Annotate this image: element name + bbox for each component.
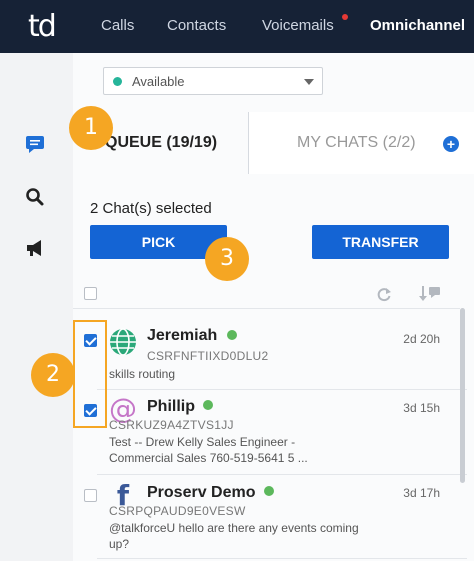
globe-icon <box>110 328 136 356</box>
row-divider <box>97 389 467 390</box>
chat-contact-name: Proserv Demo <box>147 484 256 501</box>
chat-id: CSRKUZ9A4ZTVS1JJ <box>109 418 234 432</box>
callout-badge-2: 2 <box>31 353 75 397</box>
nav-omnichannel[interactable]: Omnichannel <box>370 17 465 34</box>
callout-badge-3: 3 <box>205 237 249 281</box>
megaphone-icon[interactable] <box>24 237 46 259</box>
list-header <box>73 278 474 308</box>
sidebar <box>0 53 73 561</box>
nav-voicemails[interactable]: Voicemails <box>262 17 334 34</box>
online-status-dot <box>203 400 213 410</box>
main-panel: Available QUEUE (19/19) MY CHATS (2/2) +… <box>73 53 474 561</box>
tab-my-chats[interactable]: MY CHATS (2/2) <box>249 112 474 174</box>
tab-queue-label: QUEUE (19/19) <box>105 134 218 151</box>
add-chat-icon[interactable]: + <box>443 136 459 152</box>
status-indicator <box>113 77 122 86</box>
select-all-checkbox[interactable] <box>84 287 97 300</box>
chevron-down-icon <box>304 79 314 85</box>
status-value: Available <box>132 74 185 89</box>
row-divider <box>97 558 467 559</box>
online-status-dot <box>227 330 237 340</box>
chat-id: CSRFNFTIIXD0DLU2 <box>147 349 269 363</box>
header-divider <box>73 308 460 309</box>
callout-badge-1: 1 <box>69 106 113 150</box>
chat-contact-name: Phillip <box>147 398 195 415</box>
selection-count: 2 Chat(s) selected <box>90 200 212 217</box>
chat-time: 3d 15h <box>403 401 440 415</box>
chat-message-preview: Test -- Drew Kelly Sales Engineer - Comm… <box>109 435 308 465</box>
transfer-button[interactable]: TRANSFER <box>312 225 449 259</box>
list-scrollbar[interactable] <box>460 308 465 483</box>
search-icon[interactable] <box>24 186 46 208</box>
app-logo[interactable]: td <box>28 9 57 44</box>
chat-contact-name: Jeremiah <box>147 327 218 344</box>
top-nav: td Calls Contacts Voicemails Omnichannel <box>0 0 474 53</box>
tab-my-chats-label: MY CHATS (2/2) <box>297 134 416 151</box>
voicemail-notification-dot <box>342 14 348 20</box>
nav-calls[interactable]: Calls <box>101 17 134 34</box>
sort-icon[interactable] <box>419 284 441 302</box>
callout-highlight-box <box>73 320 107 428</box>
chat-id: CSRPQPAUD9E0VESW <box>109 504 246 518</box>
chat-message-preview: skills routing <box>109 367 176 381</box>
chat-time: 3d 17h <box>403 486 440 500</box>
refresh-icon[interactable] <box>376 286 392 302</box>
chat-icon[interactable] <box>24 133 46 155</box>
row-divider <box>97 474 467 475</box>
online-status-dot <box>264 486 274 496</box>
chat-message-preview: @talkforceU hello are there any events c… <box>109 521 359 551</box>
chat-tabs: QUEUE (19/19) MY CHATS (2/2) <box>73 112 474 174</box>
chat-checkbox[interactable] <box>84 489 97 502</box>
chat-time: 2d 20h <box>403 332 440 346</box>
nav-contacts[interactable]: Contacts <box>167 17 226 34</box>
status-dropdown[interactable]: Available <box>103 67 323 95</box>
